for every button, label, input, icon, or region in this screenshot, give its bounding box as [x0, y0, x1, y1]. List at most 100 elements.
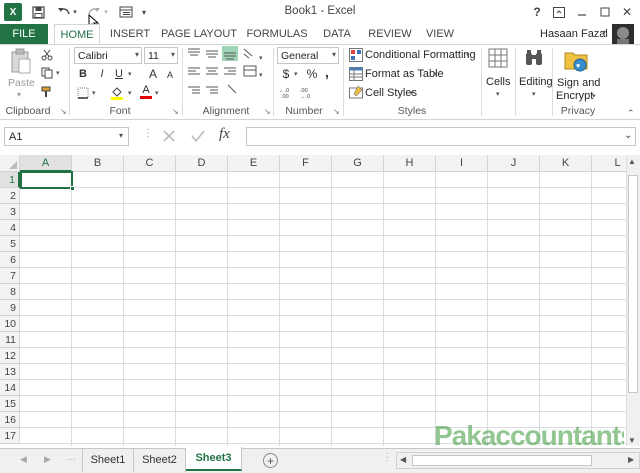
next-sheet-icon[interactable]: ▶ [44, 454, 51, 465]
close-button[interactable]: ✕ [618, 3, 636, 21]
sheet-tab-2[interactable]: Sheet2 [134, 448, 186, 472]
help-button[interactable]: ? [528, 3, 546, 21]
collapse-ribbon-icon[interactable]: ⌃ [627, 108, 635, 119]
sign-encrypt-dropdown-icon[interactable]: ▾ [592, 92, 596, 100]
row-header-2[interactable]: 2 [0, 188, 20, 204]
copy-dropdown-icon[interactable]: ▾ [56, 69, 60, 77]
cut-icon[interactable] [40, 48, 54, 62]
formula-input[interactable] [246, 127, 636, 146]
scroll-left-icon[interactable]: ◀ [400, 455, 406, 464]
add-sheet-button[interactable]: + [263, 453, 278, 468]
row-header-10[interactable]: 10 [0, 316, 20, 332]
bold-button[interactable]: B [76, 67, 90, 81]
cell-styles-dropdown-icon[interactable]: ▾ [410, 89, 414, 97]
paste-button[interactable]: Paste [8, 77, 35, 89]
active-cell-a1[interactable] [20, 171, 75, 191]
editing-dropdown-icon[interactable]: ▾ [532, 90, 536, 98]
sheet-tab-1[interactable]: Sheet1 [82, 448, 134, 472]
font-color-button[interactable]: A [140, 84, 152, 100]
number-format-select[interactable]: General ▾ [277, 47, 339, 64]
horizontal-scroll-thumb[interactable] [412, 455, 592, 466]
cancel-icon[interactable] [162, 129, 176, 143]
name-box-dropdown-icon[interactable]: ▾ [119, 131, 123, 140]
column-header-b[interactable]: B [72, 155, 124, 172]
tab-data[interactable]: DATA [318, 24, 356, 44]
more-sheets-icon[interactable]: … [66, 452, 76, 463]
fill-color-dropdown-icon[interactable]: ▾ [128, 89, 132, 97]
cells-button[interactable]: Cells [486, 76, 510, 88]
alignment-launcher-icon[interactable]: ↘ [264, 107, 271, 116]
tab-home[interactable]: HOME [54, 24, 100, 45]
vertical-scroll-thumb[interactable] [628, 175, 638, 393]
scroll-up-icon[interactable]: ▲ [628, 157, 636, 166]
editing-button[interactable]: Editing [519, 76, 553, 88]
format-painter-icon[interactable] [40, 85, 54, 99]
copy-icon[interactable] [40, 66, 54, 80]
name-box[interactable]: A1 [4, 127, 129, 146]
column-header-a[interactable]: A [20, 155, 72, 172]
row-header-1[interactable]: 1 [0, 172, 20, 188]
column-header-k[interactable]: K [540, 155, 592, 172]
expand-formula-bar-icon[interactable]: ⌄ [624, 130, 632, 141]
worksheet-grid[interactable]: A B C D E F G H I J K L 1 2 3 4 5 6 7 8 9 10 11 12 13 14 15 16 17 [0, 155, 626, 446]
grow-font-button[interactable]: A [146, 67, 160, 81]
tab-formulas[interactable]: FORMULAS [246, 24, 308, 44]
merge-dropdown-icon[interactable]: ▾ [259, 71, 263, 79]
italic-button[interactable]: I [95, 67, 109, 81]
tab-view[interactable]: VIEW [422, 24, 458, 44]
prev-sheet-icon[interactable]: ◀ [20, 454, 27, 465]
cells-dropdown-icon[interactable]: ▾ [496, 90, 500, 98]
decrease-decimal-icon[interactable]: .00 →.0 [300, 86, 318, 98]
paste-dropdown-icon[interactable]: ▾ [17, 90, 21, 99]
comma-button[interactable]: , [322, 64, 332, 80]
row-header-4[interactable]: 4 [0, 220, 20, 236]
fill-handle[interactable] [70, 186, 75, 191]
row-header-8[interactable]: 8 [0, 284, 20, 300]
sheet-tab-3[interactable]: Sheet3 [186, 447, 242, 471]
row-header-3[interactable]: 3 [0, 204, 20, 220]
percent-button[interactable]: % [305, 67, 319, 81]
row-header-17[interactable]: 17 [0, 428, 20, 444]
column-header-j[interactable]: J [488, 155, 540, 172]
tab-file[interactable]: FILE [0, 24, 48, 44]
currency-dropdown-icon[interactable]: ▾ [294, 70, 298, 78]
minimize-button[interactable] [573, 3, 591, 21]
insert-function-button[interactable]: fx [219, 126, 230, 143]
encrypt-button[interactable]: Encrypt [556, 90, 593, 102]
conditional-formatting-dropdown-icon[interactable]: ▾ [466, 51, 470, 59]
row-header-14[interactable]: 14 [0, 380, 20, 396]
conditional-formatting-button[interactable]: Conditional Formatting [365, 49, 476, 61]
column-header-d[interactable]: D [176, 155, 228, 172]
ribbon-display-button[interactable] [550, 3, 568, 21]
format-as-table-button[interactable]: Format as Table [365, 68, 444, 80]
row-header-15[interactable]: 15 [0, 396, 20, 412]
column-header-e[interactable]: E [228, 155, 280, 172]
font-family-select[interactable]: Calibri ▾ [74, 47, 142, 64]
row-header-12[interactable]: 12 [0, 348, 20, 364]
column-header-c[interactable]: C [124, 155, 176, 172]
column-header-i[interactable]: I [436, 155, 488, 172]
select-all-corner[interactable] [0, 155, 20, 172]
tab-review[interactable]: REVIEW [366, 24, 414, 44]
font-launcher-icon[interactable]: ↘ [172, 107, 179, 116]
sign-button[interactable]: Sign and [557, 77, 600, 89]
row-header-6[interactable]: 6 [0, 252, 20, 268]
column-header-g[interactable]: G [332, 155, 384, 172]
column-header-h[interactable]: H [384, 155, 436, 172]
number-launcher-icon[interactable]: ↘ [333, 107, 340, 116]
shrink-font-button[interactable]: A [163, 68, 177, 82]
column-header-l[interactable]: L [592, 155, 626, 172]
font-color-dropdown-icon[interactable]: ▾ [155, 89, 159, 97]
format-as-table-dropdown-icon[interactable]: ▾ [434, 70, 438, 78]
column-header-f[interactable]: F [280, 155, 332, 172]
row-header-9[interactable]: 9 [0, 300, 20, 316]
font-size-select[interactable]: 11 ▾ [144, 47, 178, 64]
user-dropdown-icon[interactable]: ▾ [602, 28, 606, 37]
avatar[interactable] [612, 24, 634, 44]
borders-icon[interactable] [76, 86, 90, 100]
splitter-icon[interactable]: ⋮ [382, 452, 392, 463]
fill-color-icon[interactable] [109, 86, 125, 100]
borders-dropdown-icon[interactable]: ▾ [92, 89, 96, 97]
clipboard-launcher-icon[interactable]: ↘ [60, 107, 67, 116]
user-name[interactable]: Hasaan Fazal [540, 28, 608, 40]
